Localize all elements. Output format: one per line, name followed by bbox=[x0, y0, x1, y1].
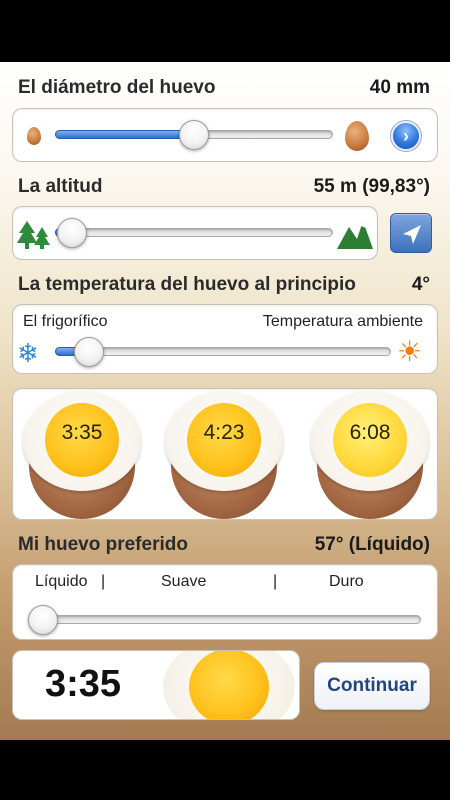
altitude-header: La altitud 55 m (99,83°) bbox=[18, 176, 430, 198]
preference-label: Mi huevo preferido bbox=[18, 534, 188, 555]
bottom-bar bbox=[0, 740, 450, 800]
sun-icon: ☀ bbox=[397, 336, 423, 367]
egg-example-liquid[interactable]: 3:35 bbox=[23, 391, 141, 519]
altitude-slider-thumb[interactable] bbox=[57, 218, 88, 248]
separator-2: | bbox=[273, 573, 278, 590]
result-time: 3:35 bbox=[45, 663, 122, 705]
altitude-label: La altitud bbox=[18, 176, 103, 197]
chevron-right-icon[interactable]: › bbox=[391, 121, 421, 151]
preference-value: 57° (Líquido) bbox=[314, 534, 430, 555]
room-temp-label: Temperatura ambiente bbox=[262, 313, 423, 330]
preference-options: Líquido | Suave | Duro bbox=[13, 573, 437, 595]
start-temp-header: La temperatura del huevo al principio 4° bbox=[18, 274, 430, 296]
start-temp-panel: El frigorífico Temperatura ambiente ❄ ☀ bbox=[12, 304, 438, 374]
result-box: 3:35 bbox=[12, 650, 300, 720]
altitude-panel bbox=[12, 206, 378, 260]
egg-example-time: 6:08 bbox=[349, 421, 391, 444]
start-temp-slider-thumb[interactable] bbox=[73, 337, 104, 367]
egg-diameter-value: 40 mm bbox=[369, 77, 430, 98]
egg-examples-panel: 3:35 4:23 6:08 bbox=[12, 388, 438, 520]
egg-diameter-slider-fill bbox=[55, 130, 194, 139]
egg-example-soft[interactable]: 4:23 bbox=[165, 391, 283, 519]
preference-header: Mi huevo preferido 57° (Líquido) bbox=[18, 534, 430, 556]
small-egg-icon bbox=[27, 127, 41, 145]
preference-slider-thumb[interactable] bbox=[28, 605, 58, 635]
egg-diameter-slider-thumb[interactable] bbox=[179, 120, 209, 150]
altitude-slider-track[interactable] bbox=[55, 228, 333, 237]
snowflake-icon: ❄ bbox=[17, 338, 39, 368]
egg-timer-screen: El diámetro del huevo 40 mm › La altitud… bbox=[0, 62, 450, 740]
egg-diameter-header: El diámetro del huevo 40 mm bbox=[18, 77, 430, 99]
location-arrow-icon[interactable] bbox=[390, 213, 432, 253]
start-temp-label: La temperatura del huevo al principio bbox=[18, 274, 356, 295]
start-temp-value: 4° bbox=[411, 274, 430, 295]
fridge-label: El frigorífico bbox=[23, 313, 108, 330]
preference-panel: Líquido | Suave | Duro bbox=[12, 564, 438, 640]
start-temp-slider-track[interactable] bbox=[55, 347, 391, 356]
egg-preview-image bbox=[163, 651, 295, 719]
mountains-icon bbox=[337, 221, 373, 249]
egg-diameter-label: El diámetro del huevo bbox=[18, 77, 216, 98]
separator-1: | bbox=[101, 573, 106, 590]
status-bar bbox=[0, 0, 450, 62]
egg-example-time: 4:23 bbox=[203, 421, 245, 444]
continue-button[interactable]: Continuar bbox=[314, 662, 430, 710]
egg-example-time: 3:35 bbox=[61, 421, 103, 444]
egg-diameter-panel: › bbox=[12, 108, 438, 162]
option-soft: Suave bbox=[161, 573, 207, 590]
option-liquid: Líquido bbox=[35, 573, 88, 590]
altitude-value: 55 m (99,83°) bbox=[313, 176, 430, 197]
option-hard: Duro bbox=[329, 573, 364, 590]
large-egg-icon bbox=[345, 121, 369, 151]
preference-slider-track[interactable] bbox=[31, 615, 421, 624]
egg-example-hard[interactable]: 6:08 bbox=[311, 391, 429, 519]
trees-icon bbox=[17, 221, 50, 249]
